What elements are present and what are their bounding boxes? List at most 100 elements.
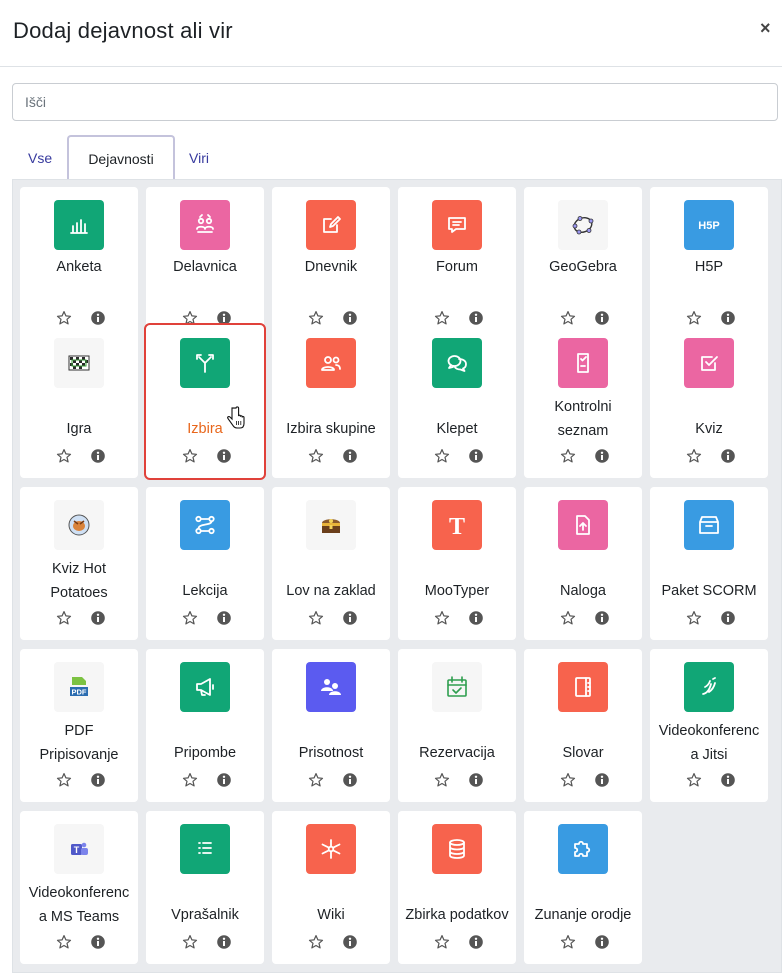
info-icon[interactable] [468,448,484,464]
activity-card-geogebra[interactable]: GeoGebra [524,187,642,340]
activity-card-pdf-pripisovanje[interactable]: PDF PDF Pripisovanje [20,649,138,802]
star-icon[interactable] [686,448,702,464]
info-icon[interactable] [90,772,106,788]
activity-card-dnevnik[interactable]: Dnevnik [272,187,390,340]
star-icon[interactable] [686,772,702,788]
activity-card-kviz-hot-potatoes[interactable]: Kviz Hot Potatoes [20,487,138,640]
activity-card-vprasalnik[interactable]: Vprašalnik [146,811,264,964]
activity-card-forum[interactable]: Forum [398,187,516,340]
close-button[interactable]: × [760,18,771,38]
star-icon[interactable] [434,934,450,950]
activity-card-kviz[interactable]: Kviz [650,325,768,478]
info-icon[interactable] [90,610,106,626]
info-icon[interactable] [468,772,484,788]
star-icon[interactable] [686,610,702,626]
star-icon[interactable] [434,772,450,788]
info-icon[interactable] [342,310,358,326]
activity-label[interactable]: Rezervacija [400,741,514,765]
star-icon[interactable] [308,610,324,626]
star-icon[interactable] [560,310,576,326]
activity-label[interactable]: Wiki [274,903,388,927]
activity-card-zbirka-podatkov[interactable]: Zbirka podatkov [398,811,516,964]
activity-card-izbira-skupine[interactable]: Izbira skupine [272,325,390,478]
star-icon[interactable] [56,310,72,326]
activity-card-h5p[interactable]: H5P H5P [650,187,768,340]
activity-card-pripombe[interactable]: Pripombe [146,649,264,802]
info-icon[interactable] [594,934,610,950]
info-icon[interactable] [720,310,736,326]
activity-label[interactable]: GeoGebra [526,255,640,279]
star-icon[interactable] [560,934,576,950]
activity-label[interactable]: MooTyper [400,579,514,603]
activity-card-anketa[interactable]: Anketa [20,187,138,340]
info-icon[interactable] [720,448,736,464]
activity-label[interactable]: Igra [22,417,136,441]
activity-card-mootyper[interactable]: T MooTyper [398,487,516,640]
activity-label[interactable]: Naloga [526,579,640,603]
activity-card-izbira[interactable]: Izbira [144,323,266,480]
info-icon[interactable] [720,772,736,788]
star-icon[interactable] [56,610,72,626]
info-icon[interactable] [594,448,610,464]
info-icon[interactable] [468,934,484,950]
activity-label[interactable]: Prisotnost [274,741,388,765]
activity-label[interactable]: Anketa [22,255,136,279]
activity-card-zunanje-orodje[interactable]: Zunanje orodje [524,811,642,964]
star-icon[interactable] [560,772,576,788]
activity-card-videokonferenca-ms-teams[interactable]: T Videokonferenc a MS Teams [20,811,138,964]
info-icon[interactable] [216,310,232,326]
info-icon[interactable] [216,772,232,788]
activity-label[interactable]: Forum [400,255,514,279]
activity-label[interactable]: Kviz [652,417,766,441]
activity-card-delavnica[interactable]: Delavnica [146,187,264,340]
activity-label[interactable]: Pripombe [148,741,262,765]
activity-card-igra[interactable]: Igra [20,325,138,478]
star-icon[interactable] [434,310,450,326]
activity-card-klepet[interactable]: Klepet [398,325,516,478]
activity-label[interactable]: Kviz Hot Potatoes [22,557,136,605]
star-icon[interactable] [182,310,198,326]
activity-label[interactable]: Slovar [526,741,640,765]
info-icon[interactable] [342,934,358,950]
star-icon[interactable] [182,610,198,626]
info-icon[interactable] [216,934,232,950]
tab-resources[interactable]: Viri [189,135,209,182]
star-icon[interactable] [56,448,72,464]
activity-card-paket-scorm[interactable]: Paket SCORM [650,487,768,640]
info-icon[interactable] [90,448,106,464]
info-icon[interactable] [468,610,484,626]
info-icon[interactable] [90,310,106,326]
activity-card-slovar[interactable]: Slovar [524,649,642,802]
activity-label[interactable]: Zunanje orodje [526,903,640,927]
star-icon[interactable] [308,448,324,464]
activity-label[interactable]: Dnevnik [274,255,388,279]
star-icon[interactable] [560,448,576,464]
activity-label[interactable]: Lov na zaklad [274,579,388,603]
info-icon[interactable] [216,610,232,626]
activity-label[interactable]: Lekcija [148,579,262,603]
info-icon[interactable] [342,448,358,464]
info-icon[interactable] [468,310,484,326]
info-icon[interactable] [594,772,610,788]
activity-label[interactable]: Paket SCORM [652,579,766,603]
star-icon[interactable] [308,934,324,950]
star-icon[interactable] [56,934,72,950]
activity-label[interactable]: Delavnica [148,255,262,279]
activity-label[interactable]: Klepet [400,417,514,441]
star-icon[interactable] [182,772,198,788]
star-icon[interactable] [308,310,324,326]
info-icon[interactable] [594,610,610,626]
info-icon[interactable] [90,934,106,950]
activity-card-videokonferenca-jitsi[interactable]: Videokonferenc a Jitsi [650,649,768,802]
info-icon[interactable] [594,310,610,326]
activity-card-kontrolni-seznam[interactable]: Kontrolni seznam [524,325,642,478]
star-icon[interactable] [434,448,450,464]
star-icon[interactable] [434,610,450,626]
tab-all[interactable]: Vse [28,135,52,182]
activity-label[interactable]: Videokonferenc a MS Teams [22,881,136,929]
search-input[interactable] [12,83,778,121]
activity-label[interactable]: PDF Pripisovanje [22,719,136,767]
star-icon[interactable] [686,310,702,326]
info-icon[interactable] [720,610,736,626]
activity-label[interactable]: H5P [652,255,766,279]
